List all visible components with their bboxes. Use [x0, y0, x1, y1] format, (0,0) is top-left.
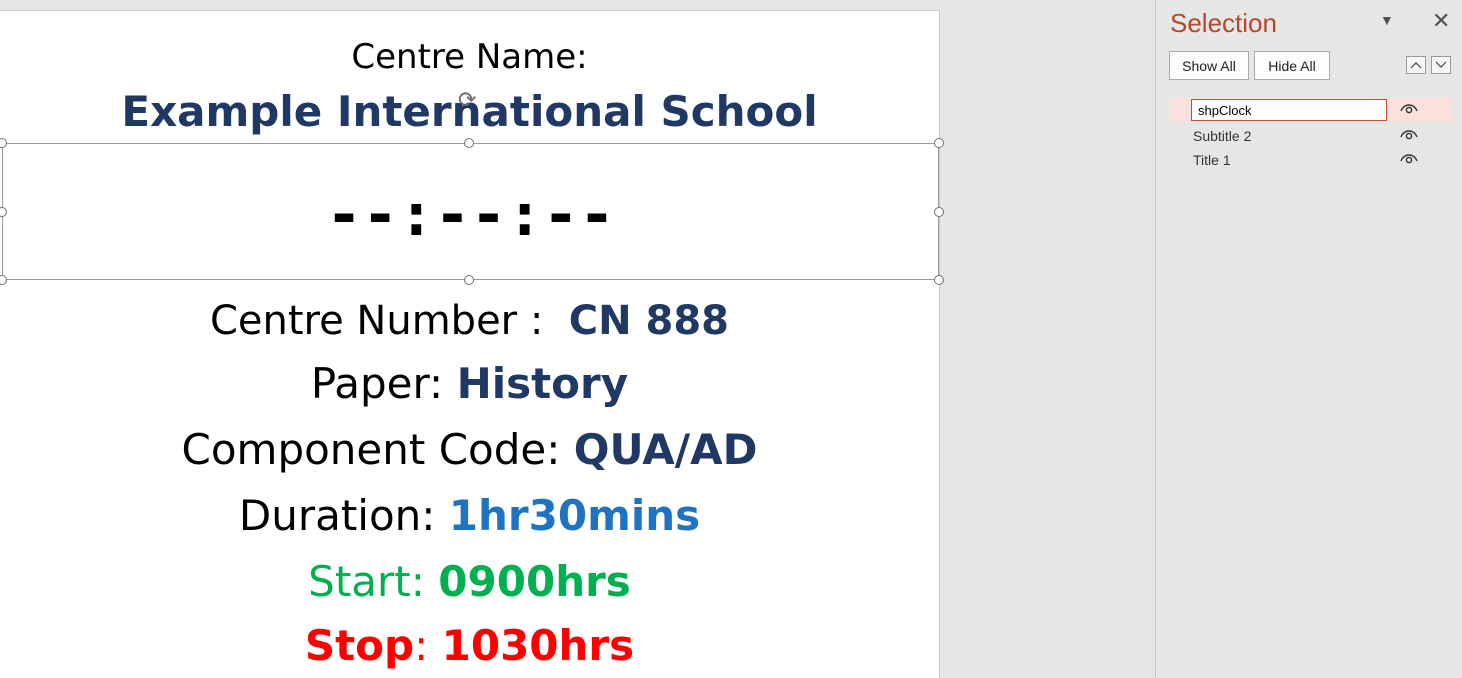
centre-number-label: Centre Number :	[209, 298, 569, 344]
selection-item-title-1[interactable]: Title 1	[1170, 148, 1452, 172]
clock-shape[interactable]: --:--:--	[2, 143, 939, 280]
selection-item-subtitle-2[interactable]: Subtitle 2	[1170, 124, 1452, 148]
rename-shape-input[interactable]	[1191, 99, 1387, 121]
stop-line[interactable]: Stop: 1030hrs	[0, 625, 939, 667]
selection-pane-title: Selection	[1170, 8, 1277, 38]
resize-handle-bottom-left[interactable]	[0, 275, 7, 285]
stop-value: 1030hrs	[441, 621, 635, 670]
paper-value: History	[456, 359, 629, 408]
selection-item-shpclock[interactable]	[1170, 98, 1452, 122]
resize-handle-bottom-center[interactable]	[464, 275, 474, 285]
chevron-up-icon	[1410, 62, 1422, 69]
start-value: 0900hrs	[438, 557, 631, 606]
show-all-button[interactable]: Show All	[1169, 51, 1249, 80]
component-code-line[interactable]: Component Code: QUA/AD	[0, 429, 939, 471]
duration-value: 1hr30mins	[448, 491, 701, 540]
stop-label: Stop	[304, 621, 415, 670]
component-code-label: Component Code:	[181, 425, 574, 474]
component-code-value: QUA/AD	[573, 425, 758, 474]
bring-forward-button[interactable]	[1406, 56, 1426, 74]
chevron-down-icon	[1435, 61, 1447, 68]
duration-label: Duration:	[238, 491, 449, 540]
hide-all-button[interactable]: Hide All	[1254, 51, 1330, 80]
start-line[interactable]: Start: 0900hrs	[0, 561, 939, 603]
centre-number-line[interactable]: Centre Number : CN 888	[0, 301, 939, 341]
resize-handle-bottom-right[interactable]	[934, 275, 944, 285]
paper-label: Paper:	[310, 359, 457, 408]
slide[interactable]: Centre Name: Example International Schoo…	[0, 10, 944, 678]
visibility-eye-icon[interactable]	[1398, 150, 1420, 168]
paper-line[interactable]: Paper: History	[0, 363, 939, 405]
selection-item-label: Subtitle 2	[1193, 128, 1252, 144]
duration-line[interactable]: Duration: 1hr30mins	[0, 495, 939, 537]
close-icon[interactable]: ✕	[1432, 8, 1450, 34]
pane-options-dropdown-icon[interactable]: ▼	[1380, 12, 1394, 28]
visibility-eye-icon[interactable]	[1398, 100, 1420, 118]
centre-number-value: CN 888	[568, 298, 730, 344]
start-label: Start	[308, 557, 411, 606]
resize-handle-middle-right[interactable]	[934, 207, 944, 217]
selection-item-label: Title 1	[1193, 152, 1231, 168]
start-separator: :	[410, 557, 439, 606]
resize-handle-top-center[interactable]	[464, 138, 474, 148]
rotate-handle-icon[interactable]: ⟳	[458, 89, 476, 111]
stop-separator: :	[414, 621, 442, 670]
send-backward-button[interactable]	[1431, 56, 1451, 74]
centre-name-label[interactable]: Centre Name:	[0, 40, 939, 74]
clock-text: --:--:--	[326, 180, 615, 250]
visibility-eye-icon[interactable]	[1398, 126, 1420, 144]
selection-pane: Selection ▼ ✕ Show All Hide All Subtitle…	[1155, 0, 1462, 678]
resize-handle-top-right[interactable]	[934, 138, 944, 148]
slide-canvas: Centre Name: Example International Schoo…	[0, 0, 1155, 678]
